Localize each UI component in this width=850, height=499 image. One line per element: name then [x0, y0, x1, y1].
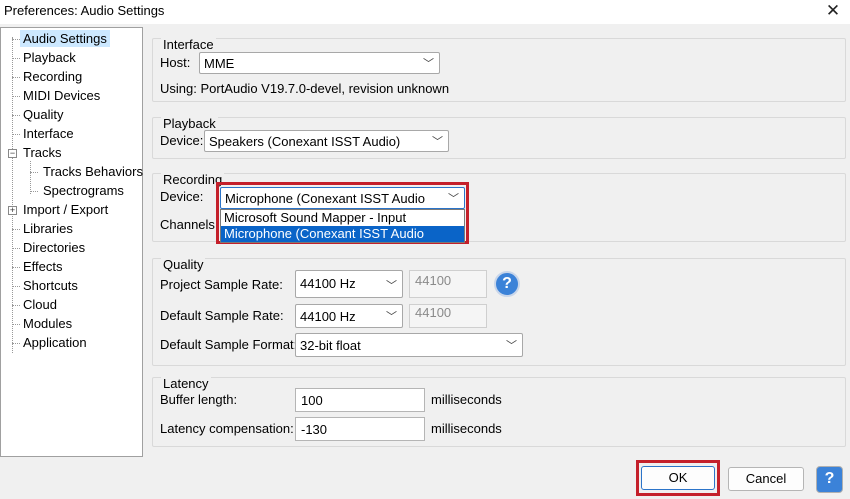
- ok-button[interactable]: OK: [641, 466, 715, 490]
- tree-connector: [30, 172, 38, 173]
- tree-connector: [12, 134, 20, 135]
- default-rate-field: 44100: [409, 304, 487, 328]
- tree-item-application[interactable]: Application: [23, 334, 87, 351]
- playback-device-select[interactable]: Speakers (Conexant ISST Audio) ﹀: [204, 130, 449, 152]
- tree-connector: [12, 267, 20, 268]
- tree-connector: [12, 324, 20, 325]
- latency-title: Latency: [161, 376, 211, 391]
- recording-option-microphone[interactable]: Microphone (Conexant ISST Audio: [221, 226, 464, 242]
- default-rate-label: Default Sample Rate:: [160, 308, 284, 323]
- host-select[interactable]: MME ﹀: [199, 52, 440, 74]
- latency-comp-label: Latency compensation:: [160, 421, 294, 436]
- latency-comp-input[interactable]: -130: [295, 417, 425, 441]
- recording-title: Recording: [161, 172, 225, 187]
- playback-title: Playback: [161, 116, 218, 131]
- tree-connector: [12, 77, 20, 78]
- tree-item-interface[interactable]: Interface: [23, 125, 74, 142]
- preferences-tree[interactable]: Audio Settings Playback Recording MIDI D…: [0, 27, 143, 457]
- buffer-length-input[interactable]: 100: [295, 388, 425, 412]
- project-rate-value: 44100 Hz: [300, 276, 356, 291]
- latency-group: Latency: [152, 376, 846, 447]
- tree-item-directories[interactable]: Directories: [23, 239, 85, 256]
- tree-item-cloud[interactable]: Cloud: [23, 296, 57, 313]
- tree-item-import-export[interactable]: Import / Export: [23, 201, 108, 218]
- tree-item-modules[interactable]: Modules: [23, 315, 72, 332]
- window-title: Preferences: Audio Settings: [4, 3, 165, 18]
- interface-title: Interface: [161, 37, 216, 52]
- default-rate-value: 44100 Hz: [300, 309, 356, 324]
- default-rate-select[interactable]: 44100 Hz ﹀: [295, 304, 403, 328]
- host-value: MME: [204, 56, 235, 71]
- sample-format-label: Default Sample Format:: [160, 337, 298, 352]
- tree-item-playback[interactable]: Playback: [23, 49, 76, 66]
- tree-connector: [12, 58, 20, 59]
- tree-item-recording[interactable]: Recording: [23, 68, 82, 85]
- chevron-down-icon: ﹀: [386, 280, 397, 292]
- chevron-down-icon: ﹀: [432, 136, 443, 148]
- project-rate-select[interactable]: 44100 Hz ﹀: [295, 270, 403, 298]
- tree-connector: [12, 96, 20, 97]
- playback-device-label: Device:: [160, 133, 204, 148]
- close-icon[interactable]: ✕: [822, 0, 844, 22]
- recording-option-sound-mapper[interactable]: Microsoft Sound Mapper - Input: [221, 210, 464, 226]
- buffer-length-label: Buffer length:: [160, 392, 238, 407]
- tree-item-shortcuts[interactable]: Shortcuts: [23, 277, 78, 294]
- tree-connector: [12, 248, 20, 249]
- channels-label: Channels:: [160, 217, 219, 232]
- tree-item-audio-settings[interactable]: Audio Settings: [20, 30, 110, 47]
- tree-connector: [12, 305, 20, 306]
- playback-device-value: Speakers (Conexant ISST Audio): [209, 134, 401, 149]
- tree-item-spectrograms[interactable]: Spectrograms: [43, 182, 124, 199]
- using-text: Using: PortAudio V19.7.0-devel, revision…: [160, 81, 450, 96]
- host-label: Host:: [160, 55, 191, 70]
- help-icon[interactable]: ?: [494, 271, 520, 297]
- recording-device-dropdown[interactable]: Microsoft Sound Mapper - Input Microphon…: [220, 209, 465, 243]
- title-bar: Preferences: Audio Settings ✕: [0, 0, 850, 24]
- sample-format-select[interactable]: 32-bit float ﹀: [295, 333, 523, 357]
- tree-connector: [12, 39, 20, 40]
- tree-item-tracks-behaviors[interactable]: Tracks Behaviors: [43, 163, 143, 180]
- expand-icon[interactable]: +: [8, 206, 17, 215]
- chevron-down-icon: ﹀: [506, 340, 517, 352]
- tree-connector: [30, 191, 38, 192]
- collapse-icon[interactable]: −: [8, 149, 17, 158]
- help-icon[interactable]: ?: [816, 466, 843, 493]
- tree-item-midi-devices[interactable]: MIDI Devices: [23, 87, 100, 104]
- chevron-down-icon: ﹀: [423, 58, 434, 70]
- tree-item-quality[interactable]: Quality: [23, 106, 63, 123]
- latency-comp-unit: milliseconds: [431, 421, 502, 436]
- recording-device-label: Device:: [160, 189, 204, 204]
- project-rate-field: 44100: [409, 270, 487, 298]
- buffer-length-value: 100: [301, 393, 323, 408]
- quality-title: Quality: [161, 257, 206, 272]
- buffer-length-unit: milliseconds: [431, 392, 502, 407]
- project-rate-label: Project Sample Rate:: [160, 277, 283, 292]
- tree-item-effects[interactable]: Effects: [23, 258, 63, 275]
- tree-connector: [12, 286, 20, 287]
- default-rate-text: 44100: [415, 305, 452, 320]
- latency-comp-value: -130: [301, 422, 328, 437]
- chevron-down-icon: ﹀: [386, 311, 397, 323]
- project-rate-text: 44100: [415, 273, 452, 288]
- tree-connector: [12, 343, 20, 344]
- sample-format-value: 32-bit float: [300, 338, 361, 353]
- tree-connector: [12, 229, 20, 230]
- cancel-button[interactable]: Cancel: [728, 467, 804, 491]
- tree-connector: [30, 161, 31, 194]
- tree-item-tracks[interactable]: Tracks: [23, 144, 62, 161]
- tree-connector: [12, 115, 20, 116]
- tree-item-libraries[interactable]: Libraries: [23, 220, 73, 237]
